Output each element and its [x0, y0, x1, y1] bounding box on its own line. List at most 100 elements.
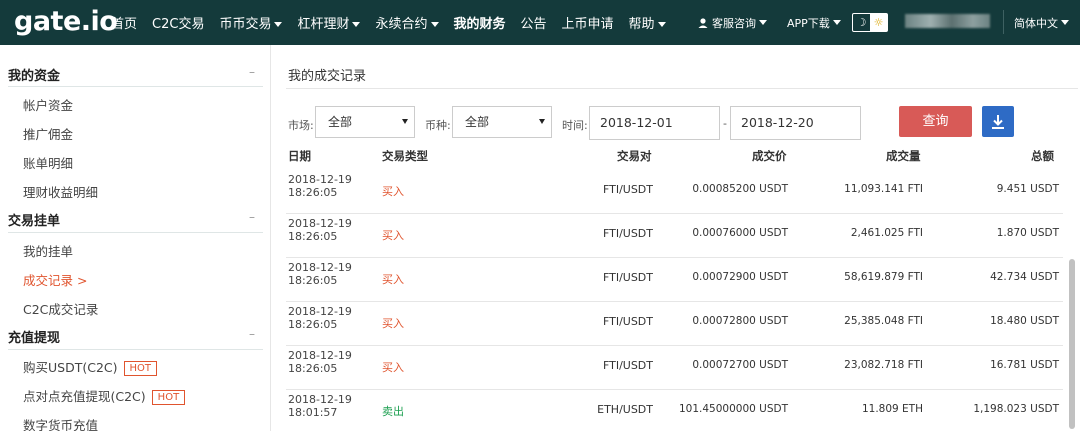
time-label: 时间: — [562, 119, 588, 132]
moon-icon: ☽ — [856, 16, 867, 29]
table-row: 2018-12-19 18:26:05 买入 FTI/USDT 0.00072700 U… — [286, 346, 1063, 390]
gateio-logo[interactable]: gate.io — [14, 6, 118, 37]
trade-volume: 11.809 ETH — [861, 403, 923, 415]
nav-item-announcements[interactable]: 公告 — [521, 13, 547, 32]
trade-total: 18.480 USDT — [990, 315, 1059, 327]
chevron-down-icon — [759, 20, 767, 25]
trade-price: 0.00072700 USDT — [692, 359, 788, 371]
table-row: 2018-12-19 18:26:05 买入 FTI/USDT 0.00085200 U… — [286, 170, 1063, 214]
query-button[interactable]: 查询 — [899, 106, 972, 137]
nav-item-home[interactable]: 首页 — [111, 13, 137, 32]
chevron-down-icon — [832, 20, 841, 25]
trade-type: 买入 — [382, 317, 404, 330]
chevron-down-icon — [1061, 20, 1069, 25]
trade-pair: ETH/USDT — [597, 403, 653, 416]
trade-total: 1.870 USDT — [996, 227, 1059, 239]
market-label: 市场: — [288, 119, 314, 132]
trade-volume: 23,082.718 FTI — [844, 359, 923, 371]
chevron-down-icon — [657, 22, 666, 27]
trade-price: 101.45000000 USDT — [678, 403, 788, 415]
column-header-date: 日期 — [288, 149, 311, 163]
section-divider — [8, 86, 263, 87]
language-selector[interactable]: 简体中文 — [1014, 0, 1069, 45]
sidebar-item-account-funds[interactable]: 帐户资金 — [23, 95, 73, 114]
nav-item-finance[interactable]: 我的财务 — [454, 13, 506, 32]
trade-pair: FTI/USDT — [602, 359, 653, 372]
column-header-total: 总额 — [1031, 149, 1054, 163]
sidebar: 我的资金 – 帐户资金 推广佣金 账单明细 理财收益明细 交易挂单 – 我的挂单… — [0, 45, 271, 431]
section-divider — [8, 232, 263, 233]
trade-price: 0.00085200 USDT — [692, 183, 788, 195]
chevron-down-icon — [430, 22, 439, 27]
collapse-icon[interactable]: – — [249, 327, 255, 341]
column-header-pair: 交易对 — [617, 149, 652, 163]
nav-item-c2c[interactable]: C2C交易 — [152, 13, 204, 32]
date-to-input[interactable]: 2018-12-20 — [730, 106, 861, 140]
sidebar-item-bill-details[interactable]: 账单明细 — [23, 153, 73, 172]
trade-volume: 25,385.048 FTI — [844, 315, 923, 327]
table-row: 2018-12-19 18:01:57 卖出 ETH/USDT 101.45000000… — [286, 390, 1063, 431]
coin-label: 币种: — [425, 119, 451, 132]
scrollbar[interactable] — [1069, 259, 1075, 429]
date-from-input[interactable]: 2018-12-01 — [589, 106, 720, 140]
date-separator: - — [723, 117, 727, 130]
trade-price: 0.00072900 USDT — [692, 271, 788, 283]
sidebar-item-c2c-trade-history[interactable]: C2C成交记录 — [23, 299, 98, 318]
table-row: 2018-12-19 18:26:05 买入 FTI/USDT 0.00072900 U… — [286, 258, 1063, 302]
trade-price: 0.00076000 USDT — [692, 227, 788, 239]
nav-divider — [1003, 10, 1004, 34]
sidebar-item-p2p-deposit-withdraw[interactable]: 点对点充值提现(C2C) HOT — [23, 386, 186, 405]
trade-volume: 58,619.879 FTI — [844, 271, 923, 283]
nav-item-help[interactable]: 帮助 — [629, 13, 666, 32]
trade-datetime: 2018-12-19 18:26:05 — [288, 173, 352, 199]
column-header-price: 成交价 — [752, 149, 787, 163]
sidebar-section-my-funds[interactable]: 我的资金 — [8, 65, 60, 84]
trade-type: 买入 — [382, 229, 404, 242]
user-account-blurred[interactable] — [905, 14, 990, 28]
trade-volume: 2,461.025 FTI — [850, 227, 923, 239]
trade-pair: FTI/USDT — [602, 183, 653, 196]
customer-service-menu[interactable]: 客服咨询 — [697, 0, 767, 45]
trade-pair: FTI/USDT — [602, 315, 653, 328]
chevron-down-icon — [274, 22, 283, 27]
trade-type: 买入 — [382, 361, 404, 374]
theme-toggle[interactable]: ☽ ☼ — [852, 13, 888, 32]
dropdown-arrow-icon — [539, 119, 545, 124]
nav-item-margin[interactable]: 杠杆理财 — [297, 13, 361, 32]
download-button[interactable] — [982, 106, 1014, 137]
main-nav: 首页 C2C交易 币币交易 杠杆理财 永续合约 我的财务 公告 上币申请 帮助 — [111, 0, 681, 45]
app-download-menu[interactable]: APP下载 — [787, 0, 841, 45]
hot-badge: HOT — [151, 390, 186, 405]
download-icon — [992, 114, 1004, 129]
coin-select[interactable]: 全部 — [452, 106, 552, 138]
sidebar-item-trade-history[interactable]: 成交记录 > — [23, 270, 87, 289]
sidebar-section-orders[interactable]: 交易挂单 — [8, 210, 60, 229]
market-select[interactable]: 全部 — [315, 106, 415, 138]
sidebar-item-earnings-details[interactable]: 理财收益明细 — [23, 182, 98, 201]
sidebar-item-referral-commission[interactable]: 推广佣金 — [23, 124, 73, 143]
dropdown-arrow-icon — [402, 119, 408, 124]
sidebar-section-deposit-withdraw[interactable]: 充值提现 — [8, 327, 60, 346]
trade-datetime: 2018-12-19 18:26:05 — [288, 349, 352, 375]
table-row: 2018-12-19 18:26:05 买入 FTI/USDT 0.00072800 U… — [286, 302, 1063, 346]
title-divider — [286, 88, 1078, 89]
sidebar-item-my-orders[interactable]: 我的挂单 — [23, 241, 73, 260]
trade-price: 0.00072800 USDT — [692, 315, 788, 327]
nav-item-listing-application[interactable]: 上币申请 — [562, 13, 614, 32]
column-header-volume: 成交量 — [886, 149, 921, 163]
chevron-down-icon — [352, 22, 361, 27]
trade-datetime: 2018-12-19 18:26:05 — [288, 261, 352, 287]
trade-pair: FTI/USDT — [602, 227, 653, 240]
sidebar-item-crypto-deposit[interactable]: 数字货币充值 — [23, 415, 98, 431]
page-title: 我的成交记录 — [288, 69, 367, 84]
collapse-icon[interactable]: – — [249, 65, 255, 79]
sidebar-item-buy-usdt[interactable]: 购买USDT(C2C) HOT — [23, 357, 158, 376]
nav-item-perpetual[interactable]: 永续合约 — [375, 13, 439, 32]
trade-total: 9.451 USDT — [996, 183, 1059, 195]
trade-total: 16.781 USDT — [990, 359, 1059, 371]
nav-item-spot-trading[interactable]: 币币交易 — [219, 13, 283, 32]
trade-datetime: 2018-12-19 18:01:57 — [288, 393, 352, 419]
trade-volume: 11,093.141 FTI — [844, 183, 923, 195]
collapse-icon[interactable]: – — [249, 210, 255, 224]
trade-total: 1,198.023 USDT — [973, 403, 1059, 415]
